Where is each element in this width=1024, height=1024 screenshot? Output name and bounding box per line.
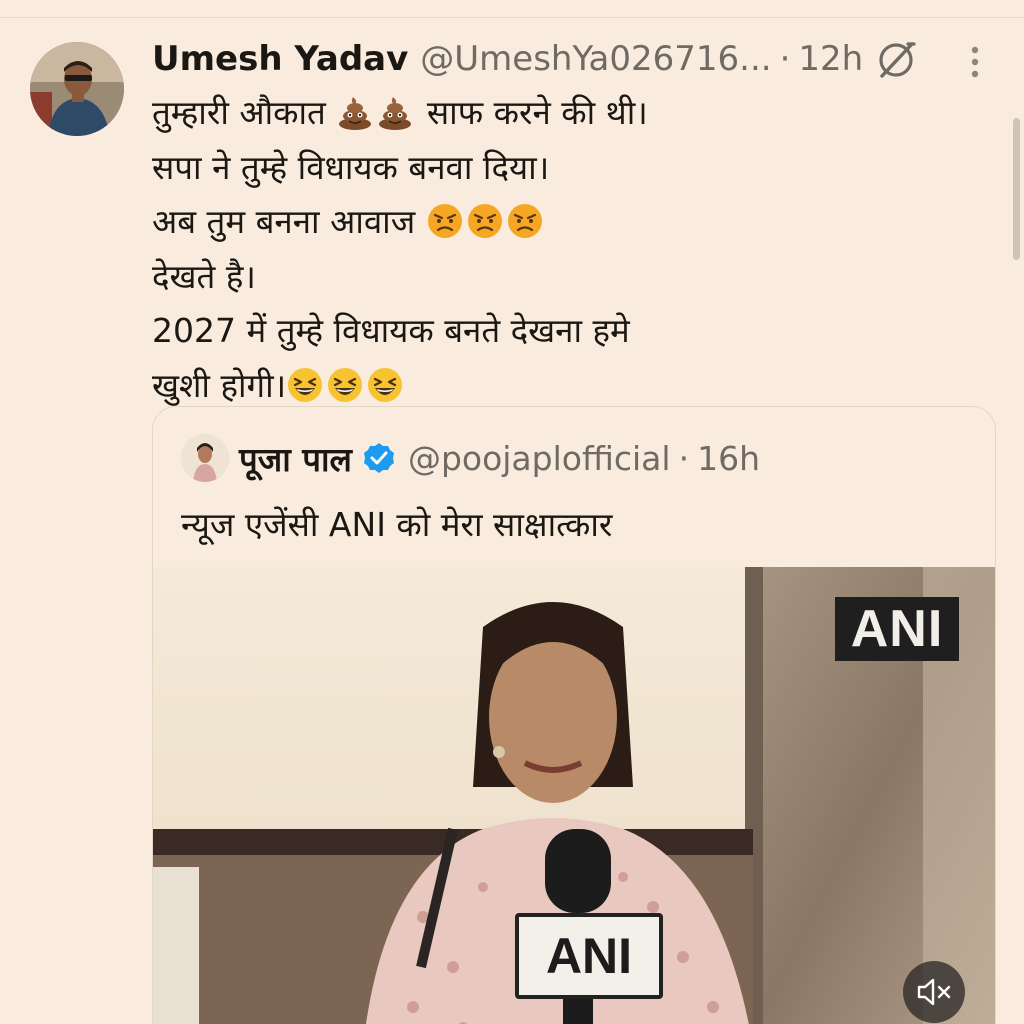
post-time[interactable]: 12h (798, 39, 863, 79)
timeline: Umesh Yadav @UmeshYa026716... · 12h तुम्… (0, 0, 1024, 1024)
post-line-text: अब तुम बनना आवाज (152, 202, 426, 241)
scrollbar[interactable] (1013, 118, 1020, 260)
post-line: 2027 में तुम्हे विधायक बनते देखना हमे (152, 304, 648, 359)
author-name[interactable]: Umesh Yadav (152, 39, 408, 79)
angry-face-icon (427, 204, 462, 238)
microphone-flag: ANI (515, 913, 663, 999)
quoted-post-header: पूजा पाल @poojaplofficial · 16h (181, 433, 760, 483)
video-player[interactable]: ANI ANI (153, 567, 995, 1024)
angry-face-icon (507, 204, 542, 238)
quoted-author-name[interactable]: पूजा पाल (239, 436, 352, 481)
separator: · (678, 438, 690, 478)
grinning-squinting-face-icon (368, 367, 403, 402)
mute-button[interactable] (903, 961, 965, 1023)
verified-badge-icon (363, 443, 394, 473)
post-line-text: साफ करने की थी। (416, 93, 648, 132)
ani-logo: ANI (835, 597, 959, 661)
pile-of-poo-icon (339, 97, 372, 130)
post-line-text: तुम्हारी औकात (152, 93, 337, 132)
post-line-text: देखते है। (152, 256, 256, 296)
quoted-post[interactable]: पूजा पाल @poojaplofficial · 16h न्यूज एज… (152, 406, 996, 1024)
post-line: खुशी होगी। (152, 359, 648, 414)
post-line-text: 2027 में तुम्हे विधायक बनते देखना हमे (152, 311, 630, 350)
post-line: सपा ने तुम्हे विधायक बनवा दिया। (152, 141, 648, 196)
divider (0, 17, 1024, 18)
post-line: देखते है। (152, 250, 648, 305)
post-text: तुम्हारी औकात साफ करने की थी। सपा ने तुम… (152, 86, 648, 413)
post-line-text: खुशी होगी। (152, 365, 287, 405)
volume-muted-icon (917, 978, 951, 1006)
pile-of-poo-icon (379, 97, 412, 130)
quoted-author-handle[interactable]: @poojaplofficial (408, 439, 671, 478)
quoted-post-time[interactable]: 16h (697, 439, 760, 478)
post-line: अब तुम बनना आवाज (152, 195, 648, 250)
grok-icon[interactable] (874, 38, 918, 82)
grinning-squinting-face-icon (328, 367, 363, 402)
more-icon[interactable] (960, 42, 990, 82)
separator: · (779, 39, 791, 79)
grinning-squinting-face-icon (288, 367, 323, 402)
post-line: तुम्हारी औकात साफ करने की थी। (152, 86, 648, 141)
post-header: Umesh Yadav @UmeshYa026716... · 12h (152, 36, 863, 82)
quoted-post-text: न्यूज एजेंसी ANI को मेरा साक्षात्कार (181, 505, 613, 544)
author-handle[interactable]: @UmeshYa026716... (420, 39, 771, 79)
post-line-text: सपा ने तुम्हे विधायक बनवा दिया। (152, 147, 550, 187)
angry-face-icon (467, 204, 502, 238)
avatar[interactable] (30, 42, 124, 136)
quoted-avatar[interactable] (181, 434, 229, 482)
